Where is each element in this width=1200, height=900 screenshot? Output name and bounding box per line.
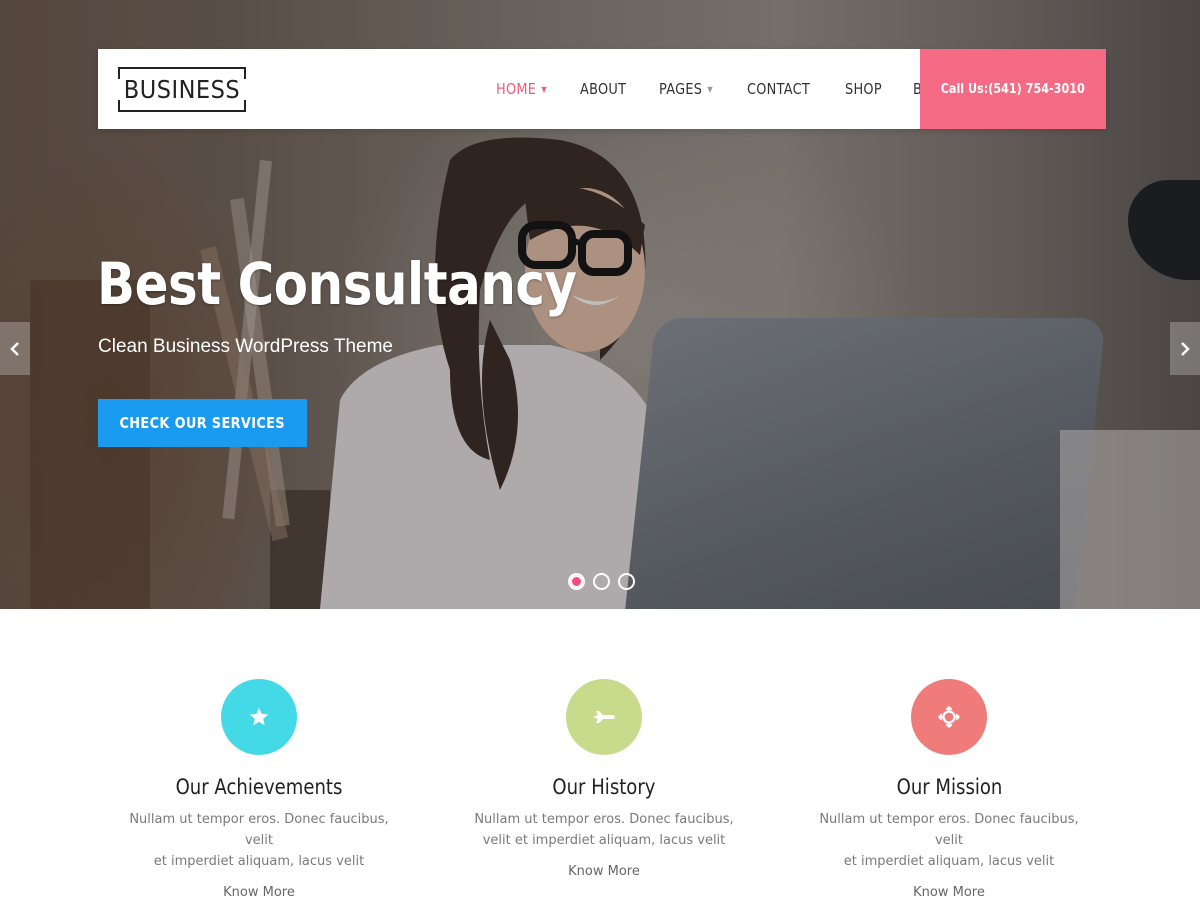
crosshair-icon xyxy=(938,706,960,728)
feature-icon-circle xyxy=(566,679,642,755)
nav-item-contact[interactable]: CONTACT xyxy=(747,80,810,98)
site-header: BUSINESS HOME ▼ ABOUT PAGES ▼ CONTACT SH… xyxy=(98,49,1106,129)
slide-dot-3[interactable] xyxy=(618,573,635,590)
logo-text: BUSINESS xyxy=(123,75,241,104)
nav-label: SHOP xyxy=(844,80,882,98)
chevron-right-icon xyxy=(1181,341,1190,356)
feature-description: Nullam ut tempor eros. Donec faucibus, v… xyxy=(804,809,1094,872)
hero-subtitle: Clean Business WordPress Theme xyxy=(98,336,393,357)
nav-label: ABOUT xyxy=(580,80,627,98)
slide-dot-2[interactable] xyxy=(593,573,610,590)
feature-mission: Our Mission Nullam ut tempor eros. Donec… xyxy=(799,679,1099,900)
chevron-left-icon xyxy=(10,341,19,356)
feature-icon-circle xyxy=(911,679,987,755)
call-us-button[interactable]: Call Us:(541) 754-3010 xyxy=(920,49,1106,129)
feature-icon-circle xyxy=(221,679,297,755)
nav-item-shop[interactable]: SHOP xyxy=(845,80,882,98)
nav-label: HOME xyxy=(496,80,537,98)
slider-next-button[interactable] xyxy=(1170,322,1200,375)
main-nav: HOME ▼ ABOUT PAGES ▼ CONTACT SHOP BLOG xyxy=(496,49,980,129)
feature-history: Our History Nullam ut tempor eros. Donec… xyxy=(454,679,754,879)
features-section: Our Achievements Nullam ut tempor eros. … xyxy=(0,609,1200,900)
nav-item-about[interactable]: ABOUT xyxy=(580,80,626,98)
check-services-button[interactable]: CHECK OUR SERVICES xyxy=(98,399,307,447)
know-more-link[interactable]: Know More xyxy=(109,885,409,900)
feature-desc-line: et imperdiet aliquam, lacus velit xyxy=(843,854,1055,869)
feature-achievements: Our Achievements Nullam ut tempor eros. … xyxy=(109,679,409,900)
feature-title: Our Achievements xyxy=(175,775,343,799)
check-services-label: CHECK OUR SERVICES xyxy=(119,414,286,432)
know-more-link[interactable]: Know More xyxy=(799,885,1099,900)
feature-title: Our History xyxy=(552,775,656,799)
airplane-icon xyxy=(593,711,615,723)
hero-title: Best Consultancy xyxy=(97,250,577,318)
star-icon xyxy=(249,707,269,726)
feature-title: Our Mission xyxy=(896,775,1002,799)
feature-desc-line: Nullam ut tempor eros. Donec faucibus, v… xyxy=(819,812,1079,848)
feature-description: Nullam ut tempor eros. Donec faucibus, v… xyxy=(459,809,749,851)
feature-desc-line: et imperdiet aliquam, lacus velit xyxy=(153,854,365,869)
nav-label: CONTACT xyxy=(746,80,810,98)
site-logo[interactable]: BUSINESS xyxy=(118,67,246,112)
slide-dot-1[interactable] xyxy=(568,573,585,590)
feature-desc-line: velit et imperdiet aliquam, lacus velit xyxy=(482,833,726,848)
slider-pagination xyxy=(568,573,643,590)
feature-description: Nullam ut tempor eros. Donec faucibus, v… xyxy=(114,809,404,872)
call-us-label: Call Us:(541) 754-3010 xyxy=(940,81,1086,97)
know-more-link[interactable]: Know More xyxy=(454,864,754,879)
slider-prev-button[interactable] xyxy=(0,322,30,375)
caret-down-icon: ▼ xyxy=(707,84,713,94)
nav-label: PAGES xyxy=(658,80,703,98)
feature-desc-line: Nullam ut tempor eros. Donec faucibus, xyxy=(474,812,734,827)
feature-desc-line: Nullam ut tempor eros. Donec faucibus, v… xyxy=(129,812,389,848)
caret-down-icon: ▼ xyxy=(541,84,547,94)
nav-item-pages[interactable]: PAGES ▼ xyxy=(659,80,713,98)
nav-item-home[interactable]: HOME ▼ xyxy=(496,80,547,98)
